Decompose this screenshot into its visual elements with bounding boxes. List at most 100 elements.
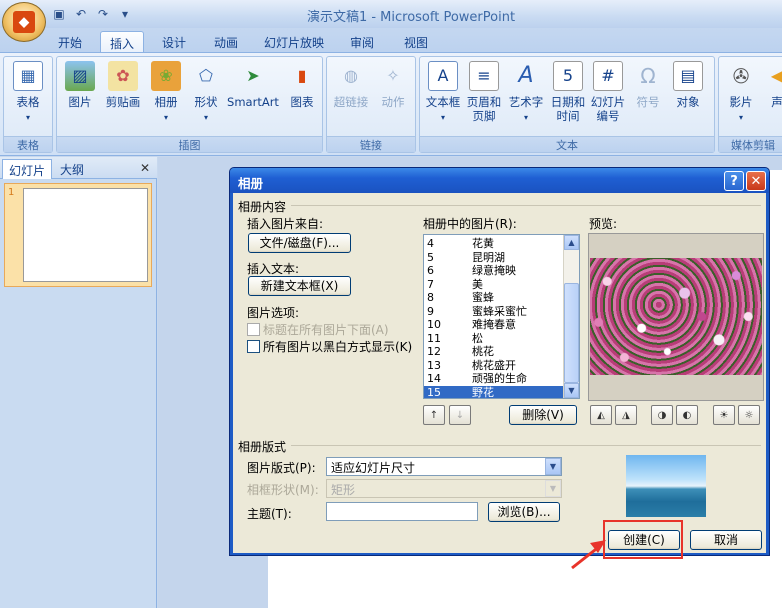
textbox-button[interactable]: A 文本框 ▾ — [422, 61, 464, 125]
layout-preview-image — [626, 455, 706, 517]
tab-home[interactable]: 开始 — [48, 31, 92, 52]
help-button[interactable]: ? — [724, 171, 744, 191]
dialog-title-bar: 相册 ? ✕ — [230, 168, 769, 193]
rotate-right-icon[interactable]: ◮ — [615, 405, 637, 425]
header-footer-label-2: 页脚 — [472, 109, 496, 123]
group-links: ◍ 超链接 ✧ 动作 链接 — [326, 56, 416, 153]
picture-name: 桃花盛开 — [472, 358, 516, 372]
remove-button[interactable]: 删除(V) — [509, 405, 577, 425]
header-footer-icon: ≡ — [469, 61, 499, 91]
section-divider — [291, 445, 761, 446]
theme-label: 主题(T): — [247, 507, 292, 521]
black-white-checkbox[interactable] — [247, 340, 260, 353]
calendar-icon: 5 — [553, 61, 583, 91]
list-item[interactable]: 11 松 — [424, 332, 564, 346]
wordart-button[interactable]: A 艺术字 ▾ — [506, 61, 546, 125]
action-button[interactable]: ✧ 动作 — [373, 61, 413, 110]
table-button-label: 表格 — [16, 95, 40, 109]
tab-insert[interactable]: 插入 — [100, 31, 144, 52]
chevron-down-icon[interactable]: ▼ — [545, 458, 561, 475]
tab-design[interactable]: 设计 — [152, 31, 196, 52]
scroll-down-icon[interactable]: ▼ — [564, 383, 579, 398]
picture-button[interactable]: ▨ 图片 — [61, 61, 99, 109]
tab-slides[interactable]: 幻灯片 — [2, 159, 53, 179]
brightness-down-icon[interactable]: ☼ — [738, 405, 760, 425]
list-scrollbar[interactable]: ▲ ▼ — [563, 235, 579, 398]
list-item[interactable]: 10 难掩春意 — [424, 318, 564, 332]
brightness-up-icon[interactable]: ☀ — [713, 405, 735, 425]
slide-number-label-1: 幻灯片 — [590, 95, 626, 109]
movie-button[interactable]: ✇ 影片 ▾ — [721, 61, 761, 125]
tab-slideshow[interactable]: 幻灯片放映 — [258, 31, 330, 52]
picture-icon: ▨ — [65, 61, 95, 91]
smartart-button[interactable]: ➤ SmartArt — [225, 61, 281, 110]
list-item[interactable]: 15 野花 — [424, 385, 564, 398]
captions-below-checkbox[interactable] — [247, 323, 260, 336]
rotate-left-icon[interactable]: ◭ — [590, 405, 612, 425]
undo-icon[interactable]: ↶ — [72, 6, 90, 22]
picture-layout-label: 图片版式(P): — [247, 461, 316, 475]
tab-review[interactable]: 审阅 — [340, 31, 384, 52]
shapes-button-label: 形状 — [194, 95, 218, 109]
clipart-button[interactable]: ✿ 剪贴画 — [101, 61, 145, 109]
pictures-list[interactable]: 4 花黄 5 昆明湖 6 绿意掩映 7 美 8 蜜蜂 9 蜜蜂采蜜忙 10 难掩春意 11 松 12 桃花 13 桃花… — [423, 234, 580, 399]
slide-thumbnail-canvas — [23, 188, 148, 282]
tab-outline[interactable]: 大纲 — [54, 159, 90, 179]
picture-name: 难掩春意 — [472, 318, 516, 331]
tab-view[interactable]: 视图 — [394, 31, 438, 52]
smartart-icon: ➤ — [246, 66, 260, 85]
table-button[interactable]: ▦ 表格 ▾ — [8, 61, 48, 125]
wordart-icon: A — [518, 63, 534, 88]
contrast-up-icon[interactable]: ◑ — [651, 405, 673, 425]
tab-animations[interactable]: 动画 — [204, 31, 248, 52]
object-button[interactable]: ▤ 对象 — [668, 61, 708, 109]
move-up-icon[interactable]: ↑ — [423, 405, 445, 425]
list-item[interactable]: 13 桃花盛开 — [424, 359, 564, 373]
list-item[interactable]: 7美 — [424, 278, 564, 292]
ribbon: ▦ 表格 ▾ 表格 ▨ 图片 ✿ 剪贴画 ❀ 相册 ▾ ⬠ 形状 ▾ ➤ SmartArt ▮ 图… — [0, 52, 782, 156]
slide-number-button[interactable]: # 幻灯片 编号 — [588, 61, 628, 123]
theme-input[interactable] — [326, 502, 478, 521]
smartart-button-label: SmartArt — [227, 95, 279, 109]
album-button[interactable]: ❀ 相册 ▾ — [147, 61, 185, 125]
symbol-button[interactable]: Ω 符号 — [630, 61, 666, 109]
frame-shape-select[interactable]: 矩形 ▼ — [326, 479, 562, 498]
slide-thumbnail[interactable]: 1 — [4, 183, 152, 287]
datetime-button[interactable]: 5 日期和 时间 — [548, 61, 588, 123]
list-item[interactable]: 6 绿意掩映 — [424, 264, 564, 278]
cancel-button[interactable]: 取消 — [690, 530, 762, 550]
list-item[interactable]: 12 桃花 — [424, 345, 564, 359]
shapes-button[interactable]: ⬠ 形状 ▾ — [187, 61, 225, 125]
chart-button-label: 图表 — [290, 95, 314, 109]
picture-layout-select[interactable]: 适应幻灯片尺寸 ▼ — [326, 457, 562, 476]
close-button[interactable]: ✕ — [746, 171, 766, 191]
group-label-links: 链接 — [327, 136, 415, 152]
new-textbox-button[interactable]: 新建文本框(X) — [248, 276, 351, 296]
move-down-icon[interactable]: ↓ — [449, 405, 471, 425]
list-item[interactable]: 5 昆明湖 — [424, 251, 564, 265]
chart-button[interactable]: ▮ 图表 — [283, 61, 321, 110]
list-item[interactable]: 9 蜜蜂采蜜忙 — [424, 305, 564, 319]
list-item[interactable]: 8 蜜蜂 — [424, 291, 564, 305]
sound-button[interactable]: ◀ 声 — [765, 61, 782, 110]
contrast-down-icon[interactable]: ◐ — [676, 405, 698, 425]
customize-qat-icon[interactable]: ▾ — [116, 6, 134, 22]
office-button[interactable]: ◆ — [2, 2, 46, 42]
close-pane-icon[interactable]: ✕ — [134, 159, 156, 179]
scroll-up-icon[interactable]: ▲ — [564, 235, 579, 250]
picture-name: 蜜蜂采蜜忙 — [472, 304, 527, 318]
textbox-icon: A — [428, 61, 458, 91]
pictures-in-album-label: 相册中的图片(R): — [423, 217, 517, 231]
chevron-down-icon[interactable]: ▼ — [545, 480, 561, 497]
save-icon[interactable]: ▣ — [50, 6, 68, 22]
file-disk-button[interactable]: 文件/磁盘(F)... — [248, 233, 351, 253]
hyperlink-button[interactable]: ◍ 超链接 — [331, 61, 371, 110]
list-item[interactable]: 4 花黄 — [424, 237, 564, 251]
header-footer-button[interactable]: ≡ 页眉和 页脚 — [464, 61, 504, 123]
list-item[interactable]: 14 顽强的生命 — [424, 372, 564, 386]
preview-pane — [588, 233, 764, 401]
browse-button[interactable]: 浏览(B)... — [488, 502, 560, 522]
scroll-thumb[interactable] — [564, 283, 579, 383]
redo-icon[interactable]: ↷ — [94, 6, 112, 22]
slide-number-label-2: 编号 — [596, 109, 620, 123]
